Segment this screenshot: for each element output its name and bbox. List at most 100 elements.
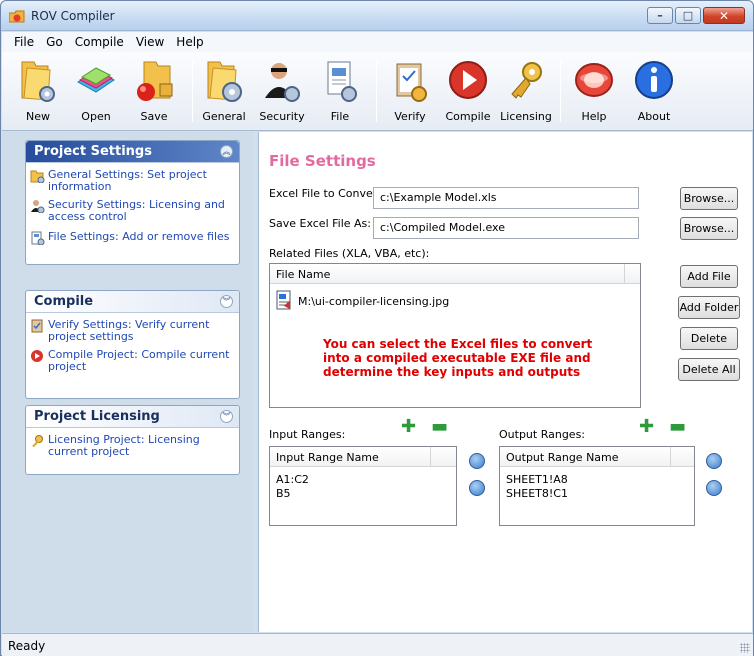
menu-help[interactable]: Help (170, 32, 209, 52)
menu-view[interactable]: View (130, 32, 170, 52)
info-icon (635, 61, 673, 99)
table-row[interactable]: SHEET8!C1 (506, 487, 568, 500)
input-range-header: Input Range Name (276, 451, 379, 464)
task-pane: Project Settings ︽ General Settings: Set… (2, 132, 254, 632)
output-ranges-label: Output Ranges: (499, 428, 586, 441)
window-title: ROV Compiler (31, 9, 115, 23)
remove-input-icon[interactable]: ▬ (431, 416, 448, 437)
play-icon (31, 350, 43, 362)
excel-file-label: Excel File to Convert: (269, 187, 386, 200)
play-icon (449, 61, 487, 99)
output-range-column-header[interactable]: Output Range Name (500, 447, 694, 467)
menu-go[interactable]: Go (40, 32, 69, 52)
browse-save-button[interactable]: Browse... (680, 217, 738, 240)
new-label: New (26, 110, 50, 123)
clipboard-check-icon (396, 63, 427, 102)
licensing-button[interactable]: Licensing (496, 56, 556, 126)
security-button[interactable]: Security (252, 56, 312, 126)
save-label: Save (140, 110, 168, 123)
delete-all-button[interactable]: Delete All (678, 358, 740, 381)
licensing-header[interactable]: Project Licensing ︾ (26, 406, 239, 428)
help-button[interactable]: Help (564, 56, 624, 126)
menu-compile[interactable]: Compile (69, 32, 130, 52)
status-text: Ready (8, 639, 46, 653)
browse-excel-button[interactable]: Browse... (680, 187, 738, 210)
security-settings-link[interactable]: Security Settings: Licensing and access … (26, 199, 239, 223)
save-as-label: Save Excel File As: (269, 217, 371, 230)
minimize-icon: – (657, 9, 663, 22)
security-label: Security (259, 110, 305, 123)
output-ranges-list[interactable]: Output Range Name SHEET1!A8 SHEET8!C1 (499, 446, 695, 526)
key-icon (32, 435, 43, 447)
file-settings-icon (31, 231, 45, 245)
about-button[interactable]: About (624, 56, 684, 126)
input-range-column-header[interactable]: Input Range Name (270, 447, 456, 467)
related-files-label: Related Files (XLA, VBA, etc): (269, 247, 430, 260)
move-up-output-icon[interactable] (706, 453, 722, 469)
new-button[interactable]: New (8, 56, 68, 126)
folder-gear-icon (21, 61, 55, 102)
table-row[interactable]: A1:C2 (276, 473, 309, 486)
main-panel: File Settings Excel File to Convert: c:\… (258, 132, 752, 632)
save-as-input[interactable]: c:\Compiled Model.exe (373, 217, 639, 239)
verify-button[interactable]: Verify (380, 56, 440, 126)
general-label: General (202, 110, 246, 123)
file-button[interactable]: File (310, 56, 370, 126)
move-up-input-icon[interactable] (469, 453, 485, 469)
project-settings-title: Project Settings (34, 144, 152, 159)
close-icon: ✕ (718, 8, 730, 23)
file-path: M:\ui-compiler-licensing.jpg (298, 295, 450, 308)
compile-button[interactable]: Compile (438, 56, 498, 126)
verify-settings-link[interactable]: Verify Settings: Verify current project … (26, 319, 239, 343)
status-bar: Ready (2, 633, 753, 656)
security-agent-icon (31, 200, 45, 213)
save-button[interactable]: Save (124, 56, 184, 126)
menu-file[interactable]: File (8, 32, 40, 52)
add-output-icon[interactable]: ✚ (639, 416, 654, 437)
folder-gear-icon (207, 61, 242, 102)
move-down-output-icon[interactable] (706, 480, 722, 496)
compile-project-link[interactable]: Compile Project: Compile current project (26, 349, 239, 373)
add-file-button[interactable]: Add File (680, 265, 738, 288)
open-button[interactable]: Open (66, 56, 126, 126)
input-ranges-label: Input Ranges: (269, 428, 346, 441)
chevron-down-icon[interactable]: ︾ (220, 410, 233, 423)
document-icon (276, 290, 291, 310)
move-down-input-icon[interactable] (469, 480, 485, 496)
list-item[interactable]: M:\ui-compiler-licensing.jpg (276, 290, 576, 312)
file-settings-icon (327, 61, 357, 102)
file-settings-link[interactable]: File Settings: Add or remove files (26, 231, 239, 245)
help-note: You can select the Excel files to conver… (323, 337, 593, 379)
add-folder-button[interactable]: Add Folder (678, 296, 740, 319)
maximize-icon: □ (682, 9, 694, 22)
input-ranges-list[interactable]: Input Range Name A1:C2 B5 (269, 446, 457, 526)
verify-label: Verify (394, 110, 426, 123)
file-name-column-header[interactable]: File Name (270, 264, 640, 284)
compile-header[interactable]: Compile ︾ (26, 291, 239, 313)
help-lifebuoy-icon (575, 63, 613, 97)
minimize-button[interactable]: – (647, 7, 673, 24)
licensing-title: Project Licensing (34, 409, 160, 424)
chevron-down-icon[interactable]: ︾ (220, 295, 233, 308)
excel-file-input[interactable]: c:\Example Model.xls (373, 187, 639, 209)
general-button[interactable]: General (194, 56, 254, 126)
delete-button[interactable]: Delete (680, 327, 738, 350)
about-label: About (637, 110, 671, 123)
maximize-button[interactable]: □ (675, 7, 701, 24)
chevron-up-icon[interactable]: ︽ (220, 145, 233, 158)
add-input-icon[interactable]: ✚ (401, 416, 416, 437)
page-title: File Settings (269, 152, 376, 170)
title-bar[interactable]: ROV Compiler – □ ✕ (1, 1, 753, 31)
resize-grip-icon[interactable] (740, 643, 750, 653)
folder-lock-icon (137, 61, 173, 101)
close-button[interactable]: ✕ (703, 7, 745, 24)
licensing-label: Licensing (500, 110, 552, 123)
related-files-list[interactable]: File Name M:\ui-compiler-licensing.jpg (269, 263, 641, 408)
remove-output-icon[interactable]: ▬ (669, 416, 686, 437)
table-row[interactable]: SHEET1!A8 (506, 473, 568, 486)
project-settings-header[interactable]: Project Settings ︽ (26, 141, 239, 163)
output-range-header: Output Range Name (506, 451, 619, 464)
table-row[interactable]: B5 (276, 487, 291, 500)
licensing-project-link[interactable]: Licensing Project: Licensing current pro… (26, 434, 239, 458)
general-settings-link[interactable]: General Settings: Set project informatio… (26, 169, 239, 193)
